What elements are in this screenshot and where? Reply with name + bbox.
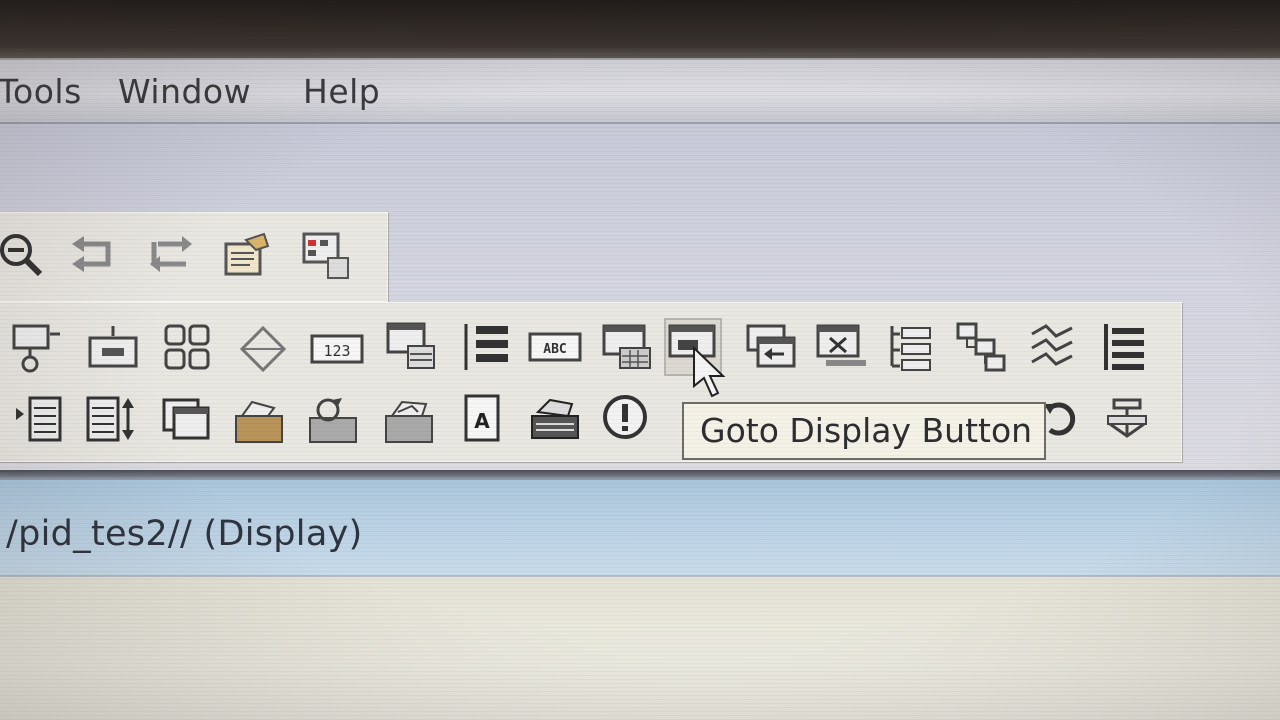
- tooltip: Goto Display Button: [682, 402, 1046, 460]
- svg-text:123: 123: [323, 342, 350, 360]
- mouse-cursor-icon: [690, 345, 730, 402]
- display-window-title: /pid_tes2// (Display): [6, 514, 363, 554]
- hierarchy-icon[interactable]: [954, 320, 1008, 374]
- sort-list-icon[interactable]: [84, 392, 138, 446]
- document-icon[interactable]: A: [456, 392, 510, 446]
- anchor-icon[interactable]: [1100, 390, 1154, 444]
- diamond-shape-icon[interactable]: [236, 322, 290, 376]
- window-copy-icon[interactable]: [160, 392, 214, 446]
- undo-arrow-icon[interactable]: [68, 228, 122, 282]
- display-canvas[interactable]: [0, 575, 1280, 720]
- menu-help[interactable]: Help: [303, 70, 380, 114]
- scatter-graph-icon[interactable]: [1026, 320, 1080, 374]
- svg-text:A: A: [474, 409, 490, 433]
- printer-icon[interactable]: [528, 394, 582, 448]
- grid-layout-icon[interactable]: [300, 228, 354, 282]
- info-circle-icon[interactable]: [598, 390, 652, 444]
- monitor-bezel: [0, 0, 1280, 58]
- properties-icon[interactable]: [220, 228, 274, 282]
- group-objects-icon[interactable]: [160, 320, 214, 374]
- text-abc-icon[interactable]: ABC: [528, 320, 582, 374]
- window-close-icon[interactable]: [814, 320, 868, 374]
- refresh-folder-icon[interactable]: [306, 394, 360, 448]
- trend-window-icon[interactable]: [384, 320, 438, 374]
- svg-text:ABC: ABC: [543, 342, 566, 357]
- divider: [0, 470, 1280, 480]
- folder-open-icon[interactable]: [232, 394, 286, 448]
- monitor-screen: Tools Window Help 123 ABC A Goto Display…: [0, 0, 1280, 720]
- zoom-out-icon[interactable]: [0, 228, 48, 282]
- tree-list-icon[interactable]: [884, 320, 938, 374]
- menu-tools[interactable]: Tools: [0, 70, 82, 114]
- folder-image-icon[interactable]: [382, 394, 436, 448]
- menu-window[interactable]: Window: [118, 70, 251, 114]
- list-control-icon[interactable]: [458, 320, 512, 374]
- connect-node-icon[interactable]: [10, 320, 64, 374]
- swap-arrows-icon[interactable]: [144, 228, 198, 282]
- numeric-display-icon[interactable]: 123: [310, 322, 364, 376]
- table-window-icon[interactable]: [600, 320, 654, 374]
- window-arrow-icon[interactable]: [744, 320, 798, 374]
- button-control-icon[interactable]: [86, 322, 140, 376]
- column-list-icon[interactable]: [1096, 320, 1150, 374]
- indent-list-icon[interactable]: [12, 392, 66, 446]
